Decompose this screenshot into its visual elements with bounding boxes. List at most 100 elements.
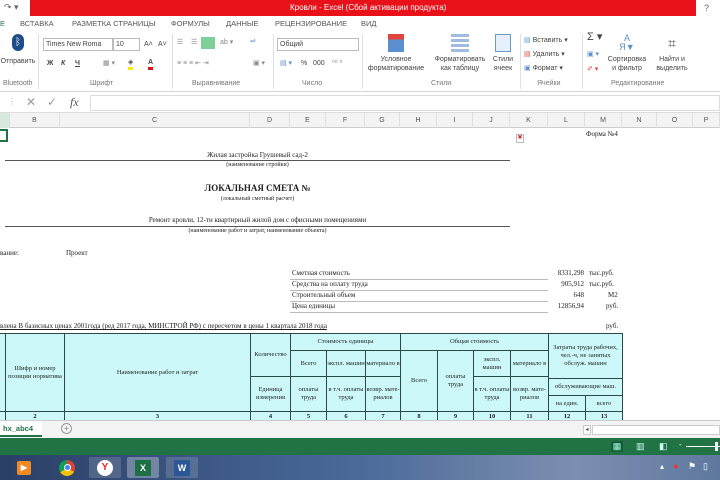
fill-icon[interactable]: ▣ ▾ [587,50,599,59]
merge-icon[interactable]: ▣ ▾ [253,59,265,68]
column-header[interactable]: N [622,113,657,128]
page-layout-view-icon[interactable]: ▥ [636,441,645,452]
tab-page-layout[interactable]: РАЗМЕТКА СТРАНИЦЫ [72,19,155,28]
align-top-icon[interactable]: ☰ [177,38,183,47]
decrease-font-icon[interactable]: A˅ [158,40,167,49]
column-header[interactable]: J [473,113,510,128]
sort-filter-button[interactable]: А Я▼ Сортировка и фильтр [605,34,649,73]
font-color-icon[interactable]: A [148,58,154,70]
cell-styles-icon [495,34,511,52]
column-header[interactable]: I [437,113,473,128]
tab-data[interactable]: ДАННЫЕ [226,19,259,28]
autosum-icon[interactable]: Σ ▾ [587,32,602,43]
column-header[interactable]: C [60,113,250,128]
column-header[interactable]: O [657,113,693,128]
column-header[interactable]: M [585,113,622,128]
broken-image-icon: ✖ [516,134,524,143]
cancel-icon[interactable]: ✕ [26,95,36,109]
media-player-icon[interactable]: ▶ [8,457,40,478]
zoom-out-icon[interactable]: - [679,440,682,449]
chrome-icon[interactable] [51,457,83,478]
increase-font-icon[interactable]: A˄ [144,40,153,49]
active-cell[interactable] [0,129,8,142]
construction-caption: (наименование стройки) [226,162,289,168]
add-sheet-icon[interactable]: + [61,423,72,434]
cell-styles-button[interactable]: Стили ячеек [489,34,517,73]
decimal-icon[interactable]: ⁰⁰ ⁰ [332,59,342,68]
help-button[interactable]: ? [704,3,709,13]
thousands-button[interactable]: 000 [313,59,325,68]
underline-button[interactable]: Ч [75,59,80,68]
conditional-formatting-button[interactable]: Условное форматирование [362,34,430,73]
estimate-title: ЛОКАЛЬНАЯ СМЕТА № [204,183,311,193]
bluetooth-icon: ᛒ [12,34,24,51]
tab-insert[interactable]: ВСТАВКА [20,19,54,28]
battery-icon[interactable]: ▯ [703,461,708,472]
tab-formulas[interactable]: ФОРМУЛЫ [171,19,210,28]
column-header[interactable]: D [250,113,290,128]
page-break-view-icon[interactable]: ◧ [659,441,668,452]
flag-icon[interactable]: ⚑ [688,461,696,472]
conditional-format-icon [388,34,404,52]
basis-value: Проект [66,249,88,257]
column-header-a[interactable] [0,113,10,128]
find-select-button[interactable]: ⌗ Найти и выделить [651,34,693,73]
column-header[interactable]: E [290,113,326,128]
group-bluetooth-label: Bluetooth [3,80,33,87]
delete-cells-button[interactable]: ▤ Удалить ▾ [524,50,565,59]
wrap-text-icon[interactable]: ⇌ [250,37,256,46]
tab-view[interactable]: ВИД [361,19,376,28]
tab-review[interactable]: РЕЦЕНЗИРОВАНИЕ [275,19,347,28]
sheet-tab[interactable]: hx_abc4 [0,421,42,437]
normal-view-icon[interactable]: ▦ [611,441,623,452]
format-cells-button[interactable]: ▣ Формат ▾ [524,64,563,73]
word-icon[interactable]: W [166,457,198,478]
clear-icon[interactable]: ✐ ▾ [587,65,598,74]
tray-expand-icon[interactable]: ▴ [660,462,664,471]
font-size-select[interactable]: 10 [113,38,140,51]
column-header[interactable]: G [365,113,400,128]
column-header[interactable]: K [510,113,548,128]
column-header[interactable]: H [400,113,437,128]
excel-icon[interactable]: X [127,457,159,478]
redo-icon[interactable]: ↷ ▾ [4,2,19,13]
basis-label: вание: [0,249,19,257]
fx-button[interactable]: fx [70,95,79,110]
ribbon: ᛒ Отправить Bluetooth Times New Roma 10 … [0,31,720,92]
percent-button[interactable]: % [301,59,307,68]
orientation-icon[interactable]: ab ▾ [220,38,233,47]
binoculars-icon: ⌗ [668,35,676,51]
window-title: Кровли - Excel (Сбой активации продукта) [30,0,696,16]
yandex-browser-icon[interactable]: Y [89,457,121,478]
bold-button[interactable]: Ж [47,59,53,68]
align-middle-icon[interactable]: ☰ [191,38,197,47]
header-labor: Затраты труда рабочих, чел.-ч, не заняты… [548,333,623,379]
fill-color-icon[interactable]: ◈ [128,58,134,70]
column-header[interactable]: F [326,113,365,128]
zoom-slider-thumb[interactable] [715,442,718,451]
network-icon[interactable]: ● [673,461,678,471]
currency-label: руб. [606,322,619,330]
currency-icon[interactable]: ▤ ▾ [280,59,292,68]
column-header[interactable]: B [10,113,60,128]
estimate-caption: (локальный сметный расчет) [220,196,295,202]
column-header[interactable]: P [693,113,720,128]
tab-home[interactable]: Е [0,19,5,28]
borders-icon[interactable]: ▦ ▾ [103,59,115,68]
scroll-left-icon[interactable]: ◂ [583,425,591,435]
align-left-icon[interactable]: ≡ ≡ ≡ ⇤ ⇥ [177,59,209,68]
italic-button[interactable]: К [61,59,65,68]
bluetooth-send-button[interactable]: ᛒ Отправить [0,34,36,66]
align-bottom-icon[interactable] [201,37,215,49]
object-name: Ремонт кровли, 12-ти квартирный жилой до… [148,216,367,224]
number-format-select[interactable]: Общий [277,38,359,51]
format-as-table-button[interactable]: Форматировать как таблицу [432,34,488,73]
enter-icon[interactable]: ✓ [47,95,57,109]
horizontal-scrollbar[interactable] [592,425,720,435]
object-caption: (наименование работ и затрат, наименован… [188,228,327,234]
column-header[interactable]: L [548,113,585,128]
formula-input[interactable] [90,95,720,111]
font-name-select[interactable]: Times New Roma [43,38,113,51]
header-code: Шифр и номер позиции норматива [5,333,65,412]
insert-cells-button[interactable]: ▤ Вставить ▾ [524,36,568,45]
